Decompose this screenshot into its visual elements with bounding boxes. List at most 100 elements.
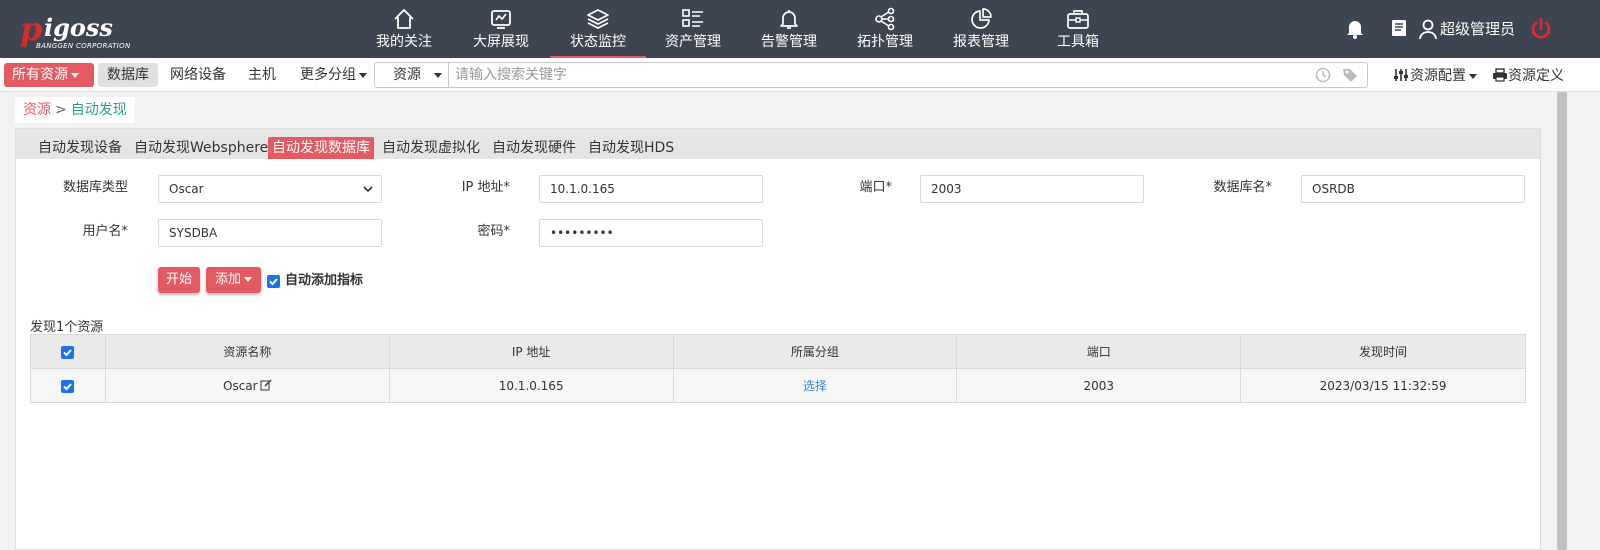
nav-label: 我的关注 xyxy=(376,34,432,50)
bell-icon xyxy=(780,10,798,29)
caret-down-icon xyxy=(434,73,442,78)
col-ip-address[interactable]: IP 地址 xyxy=(388,334,674,369)
breadcrumb-separator: > xyxy=(55,102,67,118)
auto-add-metrics-label: 自动添加指标 xyxy=(285,273,364,288)
auto-add-metrics-checkbox[interactable] xyxy=(267,275,280,288)
breadcrumb-root[interactable]: 资源 xyxy=(23,102,51,118)
top-navbar: p igoss BANGGEN CORPORATION 我的关注 大屏展现 状态… xyxy=(0,0,1600,58)
edit-icon[interactable] xyxy=(260,378,272,391)
filter-network-devices[interactable]: 网络设备 xyxy=(162,63,234,87)
password-label: 密码* xyxy=(477,224,510,239)
breadcrumb: 资源 > 自动发现 xyxy=(15,97,135,123)
select-all-header xyxy=(30,334,106,369)
nav-label: 工具箱 xyxy=(1057,34,1099,50)
pigoss-logo[interactable]: p igoss BANGGEN CORPORATION xyxy=(20,10,142,50)
ip-address-cell: 10.1.0.165 xyxy=(388,368,674,403)
resource-config-label: 资源配置 xyxy=(1410,68,1466,84)
row-select-cell xyxy=(30,368,106,403)
auto-discovery-panel: 自动发现设备 自动发现Websphere 自动发现数据库 自动发现虚拟化 自动发… xyxy=(15,128,1541,550)
nav-label: 拓扑管理 xyxy=(857,34,913,50)
col-port[interactable]: 端口 xyxy=(956,334,1242,369)
logo-wordmark: igoss xyxy=(44,13,113,42)
db-type-value: Oscar xyxy=(169,182,204,196)
topology-icon xyxy=(875,7,895,31)
more-groups-dropdown[interactable]: 更多分组 xyxy=(292,63,375,87)
resource-name-cell: Oscar xyxy=(104,368,390,403)
port-cell: 2003 xyxy=(956,368,1242,403)
notification-bell-icon[interactable] xyxy=(1344,16,1366,40)
caret-down-icon xyxy=(359,72,367,78)
tab-discover-database[interactable]: 自动发现数据库 xyxy=(268,137,374,159)
db-type-label: 数据库类型 xyxy=(62,180,128,195)
printer-icon xyxy=(1493,68,1507,82)
nav-asset-management[interactable]: 资产管理 xyxy=(645,0,741,58)
tag-icon[interactable] xyxy=(1341,66,1359,84)
start-button[interactable]: 开始 xyxy=(158,267,200,293)
nav-my-focus[interactable]: 我的关注 xyxy=(356,0,452,58)
resource-config-dropdown[interactable]: 资源配置 xyxy=(1392,67,1477,85)
nav-label: 告警管理 xyxy=(761,34,817,50)
search-scope-dropdown[interactable]: 资源 xyxy=(375,63,449,87)
list-icon xyxy=(682,9,703,27)
filter-host[interactable]: 主机 xyxy=(240,63,284,87)
all-resources-label: 所有资源 xyxy=(12,67,68,83)
nav-report-management[interactable]: 报表管理 xyxy=(933,0,1029,58)
ip-address-field[interactable]: 10.1.0.165 xyxy=(539,175,763,203)
discovery-summary: 发现1个资源 xyxy=(30,320,104,335)
logo-tagline: BANGGEN CORPORATION xyxy=(36,42,131,50)
history-clock-icon[interactable] xyxy=(1315,67,1331,83)
ip-label: IP 地址* xyxy=(461,180,510,195)
results-table: 资源名称 IP 地址 所属分组 端口 发现时间 Oscar 10.1.0.165… xyxy=(30,334,1526,403)
row-checkbox[interactable] xyxy=(61,379,75,393)
checkmark-icon xyxy=(63,348,73,356)
nav-big-screen[interactable]: 大屏展现 xyxy=(453,0,549,58)
nav-toolbox[interactable]: 工具箱 xyxy=(1030,0,1126,58)
db-type-select[interactable]: Oscar xyxy=(158,175,382,203)
table-header-row: 资源名称 IP 地址 所属分组 端口 发现时间 xyxy=(30,334,1526,369)
sub-toolbar: 所有资源 数据库 网络设备 主机 更多分组 资源 资源配置 资源定义 xyxy=(0,58,1600,92)
username-field[interactable]: SYSDBA xyxy=(158,219,382,247)
nav-topology-management[interactable]: 拓扑管理 xyxy=(837,0,933,58)
port-label: 端口* xyxy=(859,180,892,195)
filter-database[interactable]: 数据库 xyxy=(98,63,158,87)
password-field[interactable]: ••••••••• xyxy=(539,219,763,247)
username-label: 用户名* xyxy=(82,224,128,239)
select-group-link[interactable]: 选择 xyxy=(803,379,827,393)
port-field[interactable]: 2003 xyxy=(920,175,1144,203)
col-resource-name[interactable]: 资源名称 xyxy=(104,334,390,369)
tab-discover-virtualization[interactable]: 自动发现虚拟化 xyxy=(378,137,484,159)
search-box: 资源 xyxy=(374,62,1368,88)
logo-mark: p xyxy=(20,10,43,48)
notebook-icon[interactable] xyxy=(1388,17,1410,39)
search-scope-label: 资源 xyxy=(393,67,421,83)
page-scrollbar-thumb[interactable] xyxy=(1557,92,1567,550)
tab-discover-devices[interactable]: 自动发现设备 xyxy=(34,137,126,159)
resource-define-label: 资源定义 xyxy=(1508,68,1564,84)
col-discovery-time[interactable]: 发现时间 xyxy=(1240,334,1526,369)
screen-icon xyxy=(491,10,511,29)
add-dropdown-button[interactable]: 添加 xyxy=(206,267,261,293)
nav-label: 资产管理 xyxy=(665,34,721,50)
all-resources-dropdown[interactable]: 所有资源 xyxy=(4,63,94,87)
tab-discover-websphere[interactable]: 自动发现Websphere xyxy=(130,137,272,159)
tab-discover-hds[interactable]: 自动发现HDS xyxy=(584,137,678,159)
checkmark-icon xyxy=(269,278,278,286)
select-all-checkbox[interactable] xyxy=(61,345,75,359)
discovery-tabs: 自动发现设备 自动发现Websphere 自动发现数据库 自动发现虚拟化 自动发… xyxy=(16,129,1540,159)
resource-name: Oscar xyxy=(223,378,258,393)
db-name-field[interactable]: OSRDB xyxy=(1301,175,1525,203)
pie-chart-icon xyxy=(971,8,992,29)
nav-alarm-management[interactable]: 告警管理 xyxy=(741,0,837,58)
db-name-label: 数据库名* xyxy=(1213,180,1272,195)
power-logout-icon[interactable] xyxy=(1528,16,1554,42)
caret-down-icon xyxy=(71,72,79,78)
checkmark-icon xyxy=(63,382,73,390)
nav-status-monitor[interactable]: 状态监控 xyxy=(550,0,646,58)
tab-discover-hardware[interactable]: 自动发现硬件 xyxy=(488,137,580,159)
resource-define-button[interactable]: 资源定义 xyxy=(1492,67,1564,85)
search-input[interactable] xyxy=(455,65,1295,85)
username[interactable]: 超级管理员 xyxy=(1440,18,1515,40)
home-icon xyxy=(394,9,414,29)
breadcrumb-current: 自动发现 xyxy=(70,102,127,118)
col-group[interactable]: 所属分组 xyxy=(672,334,958,369)
